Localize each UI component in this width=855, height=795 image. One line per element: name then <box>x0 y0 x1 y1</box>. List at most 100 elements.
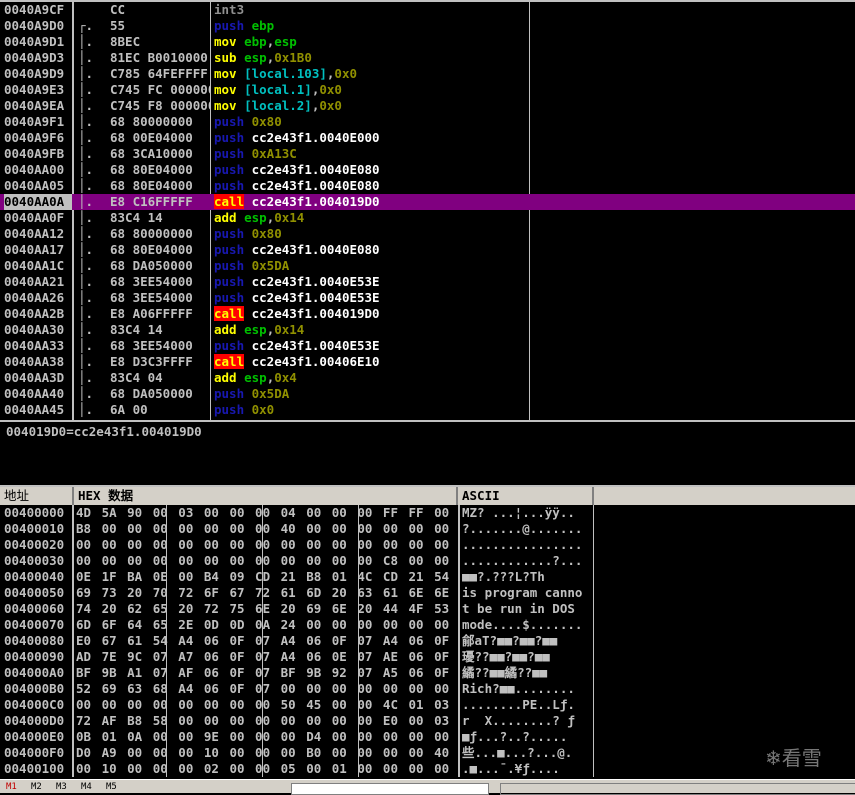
kanxue-watermark: ❄看雪 <box>765 742 822 771</box>
dump-row[interactable]: 004000E0 0B 01 0A 00 00 9E 00 00 00 D4 00… <box>0 729 855 745</box>
memory-tab-m4[interactable]: M4 <box>81 782 92 792</box>
disasm-address: 0040A9CF <box>4 2 65 17</box>
disasm-row[interactable]: 0040A9FB │. 68 3CA10000 push 0xA13C <box>0 146 855 162</box>
disasm-instruction: push cc2e43f1.0040E000 <box>214 130 530 146</box>
instruction-token: 0x14 <box>274 322 305 337</box>
instruction-token: cc2e43f1.004019D0 <box>244 194 380 209</box>
dump-ascii: ............?... <box>462 553 583 568</box>
disasm-row[interactable]: 0040A9D1 │. 8BEC mov ebp,esp <box>0 34 855 50</box>
disasm-row[interactable]: 0040AA00 │. 68 80E04000 push cc2e43f1.0040E… <box>0 162 855 178</box>
instruction-token: push <box>214 338 245 353</box>
disasm-address: 0040AA38 <box>4 354 65 369</box>
dump-row[interactable]: 004000C0 00 00 00 00 00 00 00 00 50 45 00… <box>0 697 855 713</box>
dump-row[interactable]: 004000A0 BF 9B A1 07 AF 06 0F 07 BF 9B 92… <box>0 665 855 681</box>
disasm-row[interactable]: 0040AA0A │. E8 C16FFFFF call cc2e43f1.00401… <box>0 194 855 210</box>
disasm-row[interactable]: 0040AA21 │. 68 3EE54000 push cc2e43f1.0040E… <box>0 274 855 290</box>
dump-ascii: 繘??■■繘??■■ <box>462 665 548 680</box>
disasm-address: 0040AA3D <box>4 370 65 385</box>
instruction-token: sub <box>214 50 237 65</box>
instruction-token: cc2e43f1.00406E10 <box>244 354 380 369</box>
header-hex[interactable]: HEX 数据 <box>74 487 458 505</box>
disasm-address: 0040A9F1 <box>4 114 65 129</box>
disasm-instruction: sub esp,0x1B0 <box>214 50 530 66</box>
dump-hex-bytes: 69 73 20 70 72 6F 67 72 61 6D 20 63 61 6… <box>76 585 458 600</box>
disasm-flow-mark: │. <box>78 354 94 369</box>
disasm-instruction: push cc2e43f1.0040E53E <box>214 290 530 306</box>
disasm-row[interactable]: 0040A9EA │. C745 F8 00000000 mov [local.2],… <box>0 98 855 114</box>
disasm-row[interactable]: 0040AA26 │. 68 3EE54000 push cc2e43f1.0040E… <box>0 290 855 306</box>
memory-tab-m1[interactable]: M1 <box>6 782 17 792</box>
disasm-flow-mark: │. <box>78 98 94 113</box>
memory-tab-m5[interactable]: M5 <box>106 782 117 792</box>
dump-address: 004000B0 <box>4 681 65 696</box>
disasm-flow-mark: │. <box>78 290 94 305</box>
memory-tab-m3[interactable]: M3 <box>56 782 67 792</box>
dump-row[interactable]: 00400020 00 00 00 00 00 00 00 00 00 00 00… <box>0 537 855 553</box>
dump-row[interactable]: 00400060 74 20 62 65 20 72 75 6E 20 69 6E… <box>0 601 855 617</box>
disasm-row[interactable]: 0040AA05 │. 68 80E04000 push cc2e43f1.0040E… <box>0 178 855 194</box>
disasm-instruction: push cc2e43f1.0040E080 <box>214 162 530 178</box>
disasm-row[interactable]: 0040AA38 │. E8 D3C3FFFF call cc2e43f1.00406… <box>0 354 855 370</box>
dump-row[interactable]: 004000B0 52 69 63 68 A4 06 0F 07 00 00 00… <box>0 681 855 697</box>
disasm-row[interactable]: 0040AA40 │. 68 DA050000 push 0x5DA <box>0 386 855 402</box>
dump-row[interactable]: 00400010 B8 00 00 00 00 00 00 00 40 00 00… <box>0 521 855 537</box>
disasm-row[interactable]: 0040AA0F │. 83C4 14 add esp,0x14 <box>0 210 855 226</box>
disasm-row[interactable]: 0040AA45 │. 6A 00 push 0x0 <box>0 402 855 418</box>
disasm-hex: 68 80000000 <box>110 114 193 129</box>
disasm-row[interactable]: 0040AA1C │. 68 DA050000 push 0x5DA <box>0 258 855 274</box>
dump-row[interactable]: 00400080 E0 67 61 54 A4 06 0F 07 A4 06 0F… <box>0 633 855 649</box>
instruction-token: 0xA13C <box>244 146 297 161</box>
instruction-token: int3 <box>214 2 245 17</box>
dump-address: 004000D0 <box>4 713 65 728</box>
disasm-address: 0040AA40 <box>4 386 65 401</box>
dump-address: 00400070 <box>4 617 65 632</box>
disasm-flow-mark: │. <box>78 114 94 129</box>
disasm-instruction: push ebp <box>214 18 530 34</box>
dump-hex-bytes: 74 20 62 65 20 72 75 6E 20 69 6E 20 44 4… <box>76 601 458 616</box>
disasm-row[interactable]: 0040AA17 │. 68 80E04000 push cc2e43f1.0040E… <box>0 242 855 258</box>
dump-address: 004000E0 <box>4 729 65 744</box>
memory-tab-m2[interactable]: M2 <box>31 782 42 792</box>
dump-row[interactable]: 00400040 0E 1F BA 0E 00 B4 09 CD 21 B8 01… <box>0 569 855 585</box>
header-address[interactable]: 地址 <box>0 487 74 505</box>
dump-ascii: 瓇??■■?■■?■■ <box>462 649 550 664</box>
instruction-token: push <box>214 146 245 161</box>
dump-row[interactable]: 00400030 00 00 00 00 00 00 00 00 00 00 00… <box>0 553 855 569</box>
disasm-row[interactable]: 0040AA33 │. 68 3EE54000 push cc2e43f1.0040E… <box>0 338 855 354</box>
disasm-row[interactable]: 0040A9D9 │. C785 64FEFFFF mov [local.103],0… <box>0 66 855 82</box>
dump-address: 00400100 <box>4 761 65 776</box>
disasm-row[interactable]: 0040A9D0 ┌. 55 push ebp <box>0 18 855 34</box>
disasm-address: 0040A9D9 <box>4 66 65 81</box>
dump-row[interactable]: 00400100 00 10 00 00 00 02 00 00 05 00 01… <box>0 761 855 777</box>
dump-row[interactable]: 004000F0 D0 A9 00 00 00 10 00 00 00 B0 00… <box>0 745 855 761</box>
disasm-row[interactable]: 0040A9F1 │. 68 80000000 push 0x80 <box>0 114 855 130</box>
instruction-token: push <box>214 274 245 289</box>
dump-row[interactable]: 00400070 6D 6F 64 65 2E 0D 0D 0A 24 00 00… <box>0 617 855 633</box>
disasm-row[interactable]: 0040A9D3 │. 81EC B0010000 sub esp,0x1B0 <box>0 50 855 66</box>
disasm-flow-mark: │. <box>78 322 94 337</box>
dump-hex-bytes: 00 10 00 00 00 02 00 00 05 00 01 00 00 0… <box>76 761 458 776</box>
dump-hex-bytes: E0 67 61 54 A4 06 0F 07 A4 06 0F 07 A4 0… <box>76 633 458 648</box>
disasm-row[interactable]: 0040A9E3 │. C745 FC 00000000 mov [local.1],… <box>0 82 855 98</box>
dump-row[interactable]: 004000D0 72 AF B8 58 00 00 00 00 00 00 00… <box>0 713 855 729</box>
disasm-row[interactable]: 0040AA3D │. 83C4 04 add esp,0x4 <box>0 370 855 386</box>
instruction-token: push <box>214 130 245 145</box>
dump-ascii: mode....$....... <box>462 617 583 632</box>
dump-hex-bytes: 00 00 00 00 00 00 00 00 00 00 00 00 00 0… <box>76 537 458 552</box>
disasm-row[interactable]: 0040A9CF CC int3 <box>0 2 855 18</box>
dump-row[interactable]: 00400000 4D 5A 90 00 03 00 00 00 04 00 00… <box>0 505 855 521</box>
disasm-row[interactable]: 0040AA30 │. 83C4 14 add esp,0x14 <box>0 322 855 338</box>
disasm-row[interactable]: 0040AA2B │. E8 A06FFFFF call cc2e43f1.00401… <box>0 306 855 322</box>
disassembly-pane[interactable]: 0040A9CF CC int3 0040A9D0 ┌. 55 push ebp 0040A9… <box>0 0 855 420</box>
command-combobox[interactable] <box>291 783 489 795</box>
disasm-instruction: add esp,0x14 <box>214 210 530 226</box>
dump-row[interactable]: 00400090 AD 7E 9C 07 A7 06 0F 07 A4 06 0E… <box>0 649 855 665</box>
header-ascii[interactable]: ASCII <box>458 487 594 505</box>
disasm-flow-mark: ┌. <box>78 18 94 33</box>
disasm-row[interactable]: 0040AA12 │. 68 80000000 push 0x80 <box>0 226 855 242</box>
instruction-token: push <box>214 162 245 177</box>
dump-row[interactable]: 00400050 69 73 20 70 72 6F 67 72 61 6D 20… <box>0 585 855 601</box>
disasm-row[interactable]: 0040A9F6 │. 68 00E04000 push cc2e43f1.0040E… <box>0 130 855 146</box>
watermark-text: 看雪 <box>781 746 822 770</box>
hex-dump-pane[interactable]: 地址 HEX 数据 ASCII 00400000 4D 5A 90 00 03 0… <box>0 485 855 781</box>
